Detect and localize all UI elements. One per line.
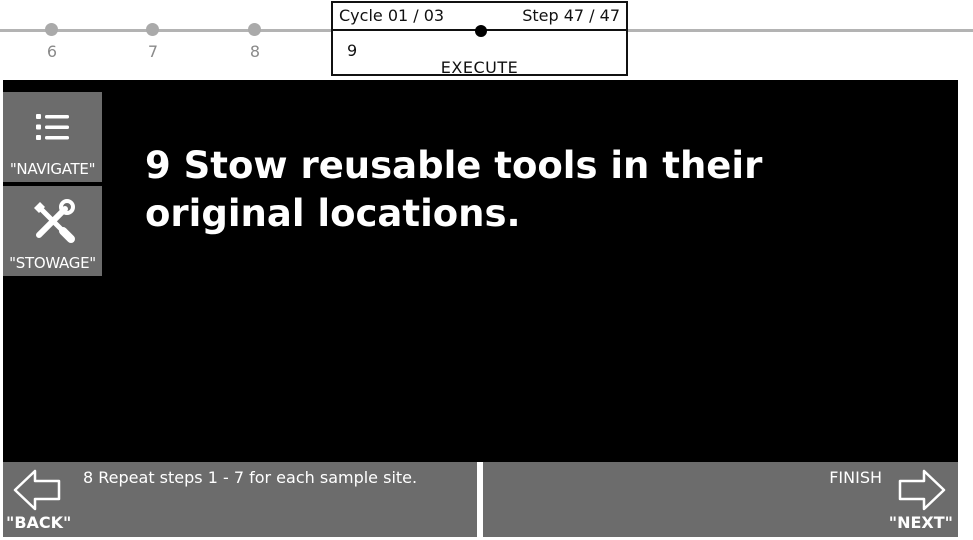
back-label: "BACK": [6, 513, 72, 532]
next-button[interactable]: FINISH "NEXT": [483, 462, 958, 537]
timeline-tick[interactable]: [45, 23, 58, 36]
tools-icon: [3, 198, 102, 244]
current-step-marker: [475, 25, 487, 37]
timeline-tick-label: 8: [249, 42, 261, 61]
timeline-tick[interactable]: [146, 23, 159, 36]
timeline-tick-label: 6: [46, 42, 58, 61]
procedure-display: "NAVIGATE" "STOWAGE" 9 Stow reusable too…: [3, 80, 958, 462]
step-instruction: 9 Stow reusable tools in their original …: [145, 144, 763, 235]
back-button[interactable]: 8 Repeat steps 1 - 7 for each sample sit…: [3, 462, 477, 537]
next-label: "NEXT": [888, 513, 953, 532]
phase-label: EXECUTE: [440, 58, 519, 77]
cycle-counter: Cycle 01 / 03: [339, 6, 445, 25]
timeline-tick[interactable]: [248, 23, 261, 36]
timeline-tick-label: 7: [147, 42, 159, 61]
stowage-button[interactable]: "STOWAGE": [3, 186, 102, 276]
stowage-label: "STOWAGE": [9, 254, 96, 272]
current-step-box: Cycle 01 / 03 Step 47 / 47 9 EXECUTE: [331, 1, 628, 77]
step-counter: Step 47 / 47: [522, 6, 620, 25]
back-arrow-icon: [13, 469, 61, 515]
step-timeline: 6 7 8 Cycle 01 / 03 Step 47 / 47 9 EXECU…: [0, 0, 973, 80]
list-icon: [3, 104, 102, 150]
navigate-label: "NAVIGATE": [9, 160, 96, 178]
navigate-button[interactable]: "NAVIGATE": [3, 92, 102, 182]
previous-step-text: 8 Repeat steps 1 - 7 for each sample sit…: [83, 468, 418, 487]
next-step-text: FINISH: [829, 468, 882, 487]
next-arrow-icon: [898, 469, 946, 515]
